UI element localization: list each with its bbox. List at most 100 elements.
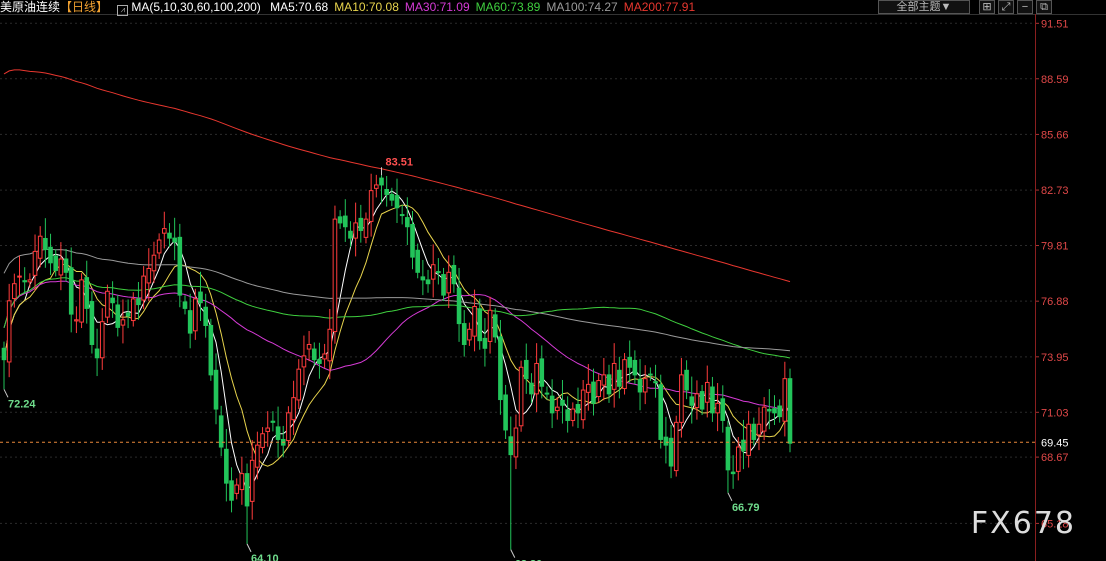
candle-body <box>208 324 214 376</box>
candle-body <box>265 427 271 432</box>
ma-value-0: MA5:70.68 <box>270 0 329 14</box>
candle-body <box>399 214 405 217</box>
candle-body <box>260 433 265 448</box>
candle-body <box>606 374 612 395</box>
candle-body <box>110 297 115 304</box>
candle-body <box>229 480 234 501</box>
candle-body <box>617 369 622 387</box>
candle-body <box>286 412 291 442</box>
annotation-leader <box>246 543 252 553</box>
extreme-label: 64.10 <box>251 553 279 561</box>
popout-icon[interactable]: ⧉ <box>1036 0 1052 14</box>
candle-body <box>161 228 167 234</box>
candle-body <box>446 271 452 294</box>
candle-body <box>673 421 679 472</box>
candle-body <box>642 378 648 393</box>
candle-body <box>461 323 467 345</box>
candle-body <box>79 279 84 323</box>
candle-body <box>679 374 684 423</box>
candle-body <box>120 319 126 326</box>
candle-body <box>301 355 307 368</box>
candle-body <box>84 277 90 309</box>
candle-body <box>342 215 348 228</box>
candle-body <box>58 258 64 276</box>
annotation-leader <box>727 492 733 502</box>
candle-body <box>167 232 172 239</box>
minimize-icon[interactable]: − <box>1017 0 1033 14</box>
candle-body <box>746 423 751 456</box>
candle-body <box>544 392 550 395</box>
candle-body <box>663 436 669 446</box>
candle-body <box>358 217 364 232</box>
grid-icon[interactable]: ⊞ <box>979 0 995 14</box>
candle-body <box>193 298 198 332</box>
candle-body <box>648 373 653 376</box>
candle-body <box>482 337 488 349</box>
candle-body <box>270 420 276 423</box>
extreme-label: 72.24 <box>8 398 36 410</box>
candle-body <box>379 177 384 186</box>
candle-body <box>508 436 514 456</box>
chart-header: 美原油连续【日线】 ⩘ MA(5,10,30,60,100,200) MA5:70… <box>0 0 707 16</box>
candle-body <box>456 287 462 325</box>
y-tick-label: 71.03 <box>1041 407 1069 419</box>
watermark: FX678 <box>970 506 1076 541</box>
candle-body <box>632 359 638 376</box>
ma200-line <box>3 69 791 283</box>
candle-body <box>27 279 33 283</box>
candle-body <box>777 405 782 418</box>
y-tick-label: 73.95 <box>1041 352 1069 364</box>
candle-body <box>539 358 545 387</box>
candle-body <box>570 408 576 421</box>
ma-params-label: MA(5,10,30,60,100,200) <box>131 0 261 14</box>
candle-body <box>720 398 726 421</box>
candle-body <box>735 446 741 472</box>
candle-body <box>332 218 338 333</box>
candle-body <box>141 275 146 301</box>
candle-body <box>782 378 788 422</box>
candle-body <box>704 381 710 403</box>
candle-body <box>751 423 757 440</box>
candle-body <box>694 393 700 409</box>
candle-body <box>353 222 358 239</box>
candle-body <box>451 264 457 285</box>
candle-body <box>487 309 493 342</box>
candle-body <box>48 246 53 264</box>
symbol-name: 美原油连续 <box>0 0 61 14</box>
candle-body <box>74 319 79 322</box>
candle-body <box>637 378 643 393</box>
candle-body <box>43 237 48 251</box>
candle-body <box>337 216 343 224</box>
candle-body <box>306 343 312 350</box>
candle-body <box>156 239 162 254</box>
candle-body <box>317 359 322 364</box>
candle-body <box>627 356 633 368</box>
candle-body <box>725 426 731 471</box>
candle-body <box>17 275 22 278</box>
candle-body <box>441 274 446 296</box>
ma60-line <box>3 277 791 359</box>
y-tick-label: 76.88 <box>1041 296 1069 308</box>
y-tick-label: 91.51 <box>1041 18 1069 30</box>
candle-body <box>213 369 219 410</box>
candle-body <box>239 473 245 491</box>
candle-body <box>12 283 17 300</box>
expand-icon[interactable]: ⤢ <box>998 0 1014 14</box>
candle-body <box>182 301 188 309</box>
candle-body <box>291 397 296 421</box>
candle-body <box>554 406 560 412</box>
candle-body <box>37 235 43 259</box>
theme-dropdown[interactable]: 全部主题▼ <box>878 0 970 14</box>
candle-body <box>389 193 395 201</box>
candle-body <box>523 359 529 380</box>
candle-body <box>322 353 327 360</box>
candle-body <box>420 276 426 281</box>
y-tick-label: 82.73 <box>1041 185 1069 197</box>
current-price-label: 69.45 <box>1041 437 1069 449</box>
ma100-line <box>3 248 791 352</box>
candle-body <box>715 402 720 414</box>
candle-body <box>436 271 441 274</box>
ma-icon: ⩘ <box>117 5 129 16</box>
candle-body <box>244 473 250 507</box>
candle-body <box>658 384 664 440</box>
